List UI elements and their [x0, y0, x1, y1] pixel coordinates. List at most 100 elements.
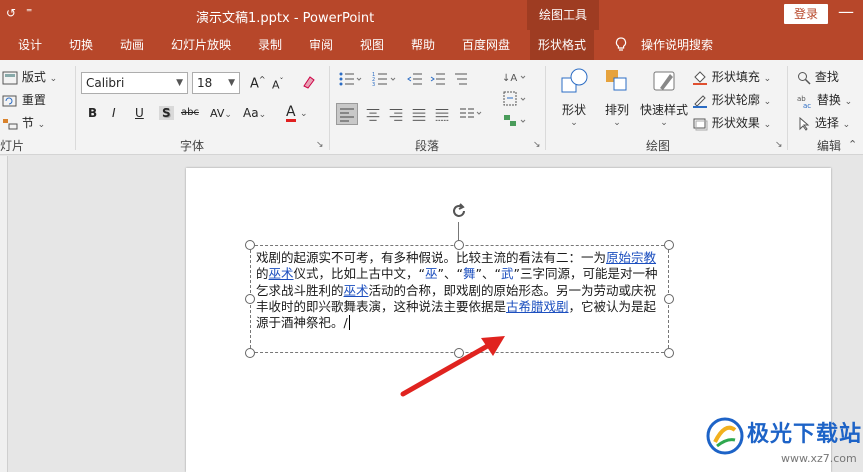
tab-slideshow[interactable]: 幻灯片放映	[171, 30, 231, 60]
replace-icon: abac	[797, 95, 811, 108]
list-levels-icon[interactable]	[453, 71, 469, 87]
align-right-icon[interactable]	[387, 105, 405, 123]
shrink-font-button[interactable]: Aˇ	[272, 77, 284, 92]
hyperlink-primitive-religion[interactable]: 原始宗教	[606, 250, 656, 265]
shapes-button[interactable]: 形状 ⌄	[556, 66, 592, 128]
tab-design[interactable]: 设计	[18, 30, 42, 60]
chevron-down-icon[interactable]: ▼	[228, 73, 235, 93]
font-name-combo[interactable]: Calibri ▼	[81, 72, 188, 94]
resize-handle-right[interactable]	[664, 294, 674, 304]
character-spacing-button[interactable]: AV⌄	[210, 107, 232, 120]
chevron-down-icon: ⌄	[844, 97, 853, 107]
section-label: 节	[21, 116, 34, 130]
align-left-button[interactable]	[336, 103, 358, 125]
tab-record[interactable]: 录制	[258, 30, 282, 60]
hyperlink-witchcraft-2[interactable]: 巫术	[344, 283, 369, 298]
replace-button[interactable]: ab ac 替换 ⌄	[797, 91, 852, 108]
tab-transitions[interactable]: 切换	[69, 30, 93, 60]
select-button[interactable]: 选择 ⌄	[797, 114, 850, 131]
reset-button[interactable]: 重置	[2, 91, 46, 108]
decrease-indent-icon[interactable]	[407, 71, 423, 87]
columns-icon[interactable]	[458, 105, 484, 123]
align-left-icon	[340, 108, 354, 122]
resize-handle-left[interactable]	[245, 294, 255, 304]
collapse-ribbon-icon[interactable]: ⌃	[848, 138, 857, 151]
layout-button[interactable]: 版式 ⌄	[2, 68, 57, 85]
bold-button[interactable]: B	[88, 106, 97, 120]
ribbon-tabs: 设计 切换 动画 幻灯片放映 录制 审阅 视图 帮助 百度网盘 形状格式 操作说…	[0, 30, 863, 60]
quick-styles-button[interactable]: 快速样式 ⌄	[638, 66, 690, 128]
contextual-tab-group-label: 绘图工具	[527, 0, 599, 30]
font-size-combo[interactable]: 18 ▼	[192, 72, 240, 94]
increase-indent-icon[interactable]	[430, 71, 446, 87]
font-color-icon: A	[286, 104, 296, 122]
rotate-handle-icon[interactable]	[450, 202, 468, 220]
chevron-down-icon[interactable]: ▼	[176, 73, 183, 93]
body-text: ”、“	[437, 266, 463, 282]
bullets-icon[interactable]	[338, 71, 362, 87]
resize-handle-top[interactable]	[454, 240, 464, 250]
arrange-label: 排列	[604, 103, 629, 117]
shape-effects-button[interactable]: 形状效果 ⌄	[692, 114, 771, 131]
align-center-icon[interactable]	[364, 105, 382, 123]
paint-bucket-icon	[693, 70, 707, 85]
annotation-arrow	[400, 336, 505, 397]
font-dialog-launcher-icon[interactable]: ↘	[316, 140, 324, 150]
group-divider	[75, 66, 76, 150]
slide-thumbnail-pane[interactable]	[0, 156, 8, 472]
strikethrough-button[interactable]: abc	[181, 107, 199, 118]
italic-button[interactable]: I	[112, 106, 116, 120]
tab-help[interactable]: 帮助	[411, 30, 435, 60]
chevron-down-icon: ⌄	[660, 118, 668, 128]
tab-view[interactable]: 视图	[360, 30, 384, 60]
justify-icon[interactable]	[410, 105, 428, 123]
find-button[interactable]: 查找	[797, 68, 839, 85]
hyperlink-greek-drama[interactable]: 古希腊戏剧	[506, 299, 569, 314]
drawing-dialog-launcher-icon[interactable]: ↘	[775, 140, 783, 150]
tab-baidu-netdisk[interactable]: 百度网盘	[462, 30, 510, 60]
customize-quick-access-icon[interactable]: ⁼	[26, 5, 32, 19]
chevron-down-icon: ⌄	[763, 120, 772, 130]
font-group-label: 字体	[180, 139, 205, 153]
resize-handle-top-left[interactable]	[245, 240, 255, 250]
align-text-icon[interactable]	[502, 90, 528, 108]
tab-animations[interactable]: 动画	[120, 30, 144, 60]
numbering-icon[interactable]: 123	[372, 71, 398, 87]
clear-formatting-icon[interactable]	[300, 74, 316, 90]
login-button[interactable]: 登录	[784, 4, 828, 24]
group-divider	[787, 66, 788, 150]
quick-styles-icon	[653, 71, 675, 91]
lightbulb-icon	[615, 37, 627, 51]
section-button[interactable]: 节 ⌄	[2, 114, 45, 131]
minimize-button[interactable]: —	[838, 2, 854, 21]
shape-fill-button[interactable]: 形状填充 ⌄	[692, 68, 771, 85]
chevron-down-icon: ⌄	[842, 120, 851, 130]
grow-font-button[interactable]: A^	[250, 75, 266, 91]
section-icon	[3, 118, 18, 129]
shape-outline-button[interactable]: 形状轮廓 ⌄	[692, 91, 771, 108]
tab-review[interactable]: 审阅	[309, 30, 333, 60]
change-case-button[interactable]: Aa⌄	[243, 106, 266, 120]
hyperlink-witchcraft[interactable]: 巫术	[269, 266, 294, 281]
distributed-align-icon[interactable]	[433, 105, 451, 123]
shape-outline-label: 形状轮廓	[711, 93, 760, 107]
text-shadow-button[interactable]: S	[159, 106, 174, 120]
resize-handle-top-right[interactable]	[664, 240, 674, 250]
paragraph-dialog-launcher-icon[interactable]: ↘	[533, 140, 541, 150]
underline-button[interactable]: U	[135, 106, 144, 120]
resize-handle-bottom-left[interactable]	[245, 348, 255, 358]
text-box-content[interactable]: 戏剧的起源实不可考，有多种假说。比较主流的看法有二：一为原始宗教的巫术仪式，比如…	[256, 250, 668, 331]
resize-handle-bottom-right[interactable]	[664, 348, 674, 358]
font-color-button[interactable]: A ⌄	[286, 104, 308, 122]
undo-icon[interactable]: ↺	[6, 6, 16, 20]
title-bar: ↺ ⁼ 演示文稿1.pptx - PowerPoint 绘图工具 登录 —	[0, 0, 863, 30]
arrange-button[interactable]: 排列 ⌄	[600, 66, 634, 128]
tab-shape-format[interactable]: 形状格式	[530, 30, 595, 60]
watermark: 极光下载站 www.xz7.com	[703, 412, 863, 472]
change-case-label: Aa	[243, 106, 259, 120]
layout-icon	[2, 71, 18, 84]
chevron-down-icon: ⌄	[224, 110, 232, 120]
smartart-icon[interactable]	[502, 112, 528, 130]
tell-me-search[interactable]: 操作说明搜索	[641, 30, 713, 60]
text-direction-icon[interactable]: ↓A	[502, 68, 528, 86]
